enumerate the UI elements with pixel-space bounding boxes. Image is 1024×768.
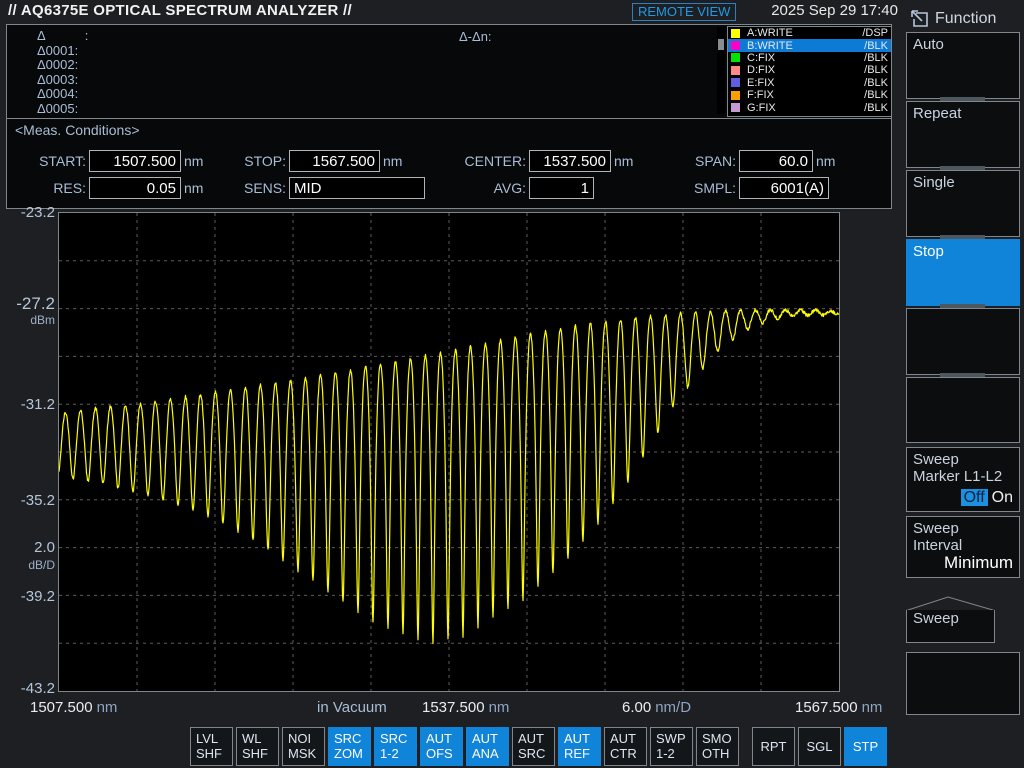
y-tick-label: -43.2 xyxy=(0,680,55,697)
marker-rows: Δ : Δ0001: Δ0002: Δ0003: Δ0004: Δ0005: xyxy=(37,29,88,116)
x-stop-label: 1567.500nm xyxy=(795,699,882,716)
repeat-button[interactable]: Repeat xyxy=(906,101,1020,168)
sgl-button[interactable]: SGL xyxy=(798,727,841,766)
stp-button[interactable]: STP xyxy=(844,727,887,766)
trace-row-d[interactable]: D:FIX /BLK xyxy=(728,64,891,76)
trace-color-swatch xyxy=(731,91,740,100)
stop-field: STOP: 1567.500 nm xyxy=(207,149,402,173)
function-shortcut-toolbar: LVLSHF WLSHF NOIMSK SRCZOM SRC1-2 AUTOFS… xyxy=(190,727,739,766)
trace-color-swatch xyxy=(731,103,740,112)
res-input[interactable]: 0.05 xyxy=(89,177,181,199)
rpt-button[interactable]: RPT xyxy=(752,727,795,766)
function-panel-header: Function xyxy=(908,8,996,29)
center-input[interactable]: 1537.500 xyxy=(529,150,611,172)
stop-button[interactable]: Stop xyxy=(906,239,1020,306)
trace-color-swatch xyxy=(731,66,740,75)
x-center-label: 1537.500nm xyxy=(422,699,509,716)
auto-button[interactable]: Auto xyxy=(906,32,1020,99)
wl-shf-button[interactable]: WLSHF xyxy=(236,727,279,766)
x-start-label: 1507.500nm xyxy=(30,699,117,716)
on-option[interactable]: On xyxy=(992,489,1013,506)
y-tick-label: -31.2 xyxy=(0,396,55,413)
smo-oth-button[interactable]: SMOOTH xyxy=(696,727,739,766)
sweep-marker-button[interactable]: Sweep Marker L1-L2 OffOn xyxy=(906,447,1020,512)
y-scale-label: 2.0 xyxy=(0,539,55,556)
y-ref-level-label: -27.2 xyxy=(0,294,55,314)
avg-input[interactable]: 1 xyxy=(529,177,594,199)
noi-msk-button[interactable]: NOIMSK xyxy=(282,727,325,766)
aut-ana-button[interactable]: AUTANA xyxy=(466,727,509,766)
center-field: CENTER: 1537.500 nm xyxy=(447,149,633,173)
spectrum-plot-area[interactable] xyxy=(58,212,840,692)
scrollbar-thumb[interactable] xyxy=(718,39,724,50)
meas-conditions-panel: <Meas. Conditions> START: 1507.500 nm ST… xyxy=(6,118,892,209)
off-option[interactable]: Off xyxy=(961,489,988,506)
sens-field: SENS: MID xyxy=(207,176,425,200)
sens-input[interactable]: MID xyxy=(289,177,425,199)
delta-delta-n-label: Δ-Δn: xyxy=(459,29,492,44)
remote-view-badge: REMOTE VIEW xyxy=(632,3,736,21)
sweep-interval-button[interactable]: Sweep Interval Minimum xyxy=(906,516,1020,578)
app-title: // AQ6375E OPTICAL SPECTRUM ANALYZER // xyxy=(8,2,352,19)
trace-color-swatch xyxy=(731,78,740,87)
menu-title-peak xyxy=(906,596,995,611)
span-input[interactable]: 60.0 xyxy=(739,150,813,172)
aut-ofs-button[interactable]: AUTOFS xyxy=(420,727,463,766)
y-tick-label: -35.2 xyxy=(0,492,55,509)
start-field: START: 1507.500 nm xyxy=(7,149,203,173)
trace-color-swatch xyxy=(731,41,740,50)
trace-row-e[interactable]: E:FIX /BLK xyxy=(728,77,891,89)
trace-legend: A:WRITE /DSP B:WRITE /BLK C:FIX /BLK D:F… xyxy=(727,26,892,117)
y-scale-unit-label: dB/D xyxy=(0,558,55,572)
smpl-input[interactable]: 6001(A) xyxy=(739,177,829,199)
y-tick-label: -39.2 xyxy=(0,588,55,605)
x-per-div-label: 6.00nm/D xyxy=(622,699,691,716)
trace-row-c[interactable]: C:FIX /BLK xyxy=(728,52,891,64)
spectrum-chart xyxy=(59,213,839,691)
sweep-control-toolbar: RPT SGL STP xyxy=(752,727,887,766)
trace-color-swatch xyxy=(731,29,740,38)
y-tick-label: -23.2 xyxy=(0,204,55,221)
aut-ctr-button[interactable]: AUTCTR xyxy=(604,727,647,766)
trace-row-f[interactable]: F:FIX /BLK xyxy=(728,89,891,101)
trace-row-b[interactable]: B:WRITE /BLK xyxy=(728,39,891,51)
datetime-display: 2025 Sep 29 17:40 xyxy=(752,2,898,19)
smpl-field: SMPL: 6001(A) xyxy=(657,176,829,200)
avg-field: AVG: 1 xyxy=(447,176,594,200)
trace-list-scrollbar[interactable] xyxy=(717,27,725,114)
meas-conditions-title: <Meas. Conditions> xyxy=(15,122,140,138)
function-arrow-icon xyxy=(908,8,929,29)
sweep-interval-value: Minimum xyxy=(944,553,1013,573)
single-button[interactable]: Single xyxy=(906,170,1020,237)
blank-softkey-1[interactable] xyxy=(906,308,1020,375)
aut-src-button[interactable]: AUTSRC xyxy=(512,727,555,766)
src-1-2-button[interactable]: SRC1-2 xyxy=(374,727,417,766)
menu-title-sweep: Sweep xyxy=(906,610,995,643)
vacuum-note: in Vacuum xyxy=(317,699,387,716)
src-zom-button[interactable]: SRCZOM xyxy=(328,727,371,766)
lvl-shf-button[interactable]: LVLSHF xyxy=(190,727,233,766)
stop-input[interactable]: 1567.500 xyxy=(289,150,380,172)
trace-a-waveform xyxy=(59,309,839,644)
res-field: RES: 0.05 nm xyxy=(7,176,203,200)
blank-softkey-3[interactable] xyxy=(906,652,1020,715)
blank-softkey-2[interactable] xyxy=(906,377,1020,443)
start-input[interactable]: 1507.500 xyxy=(89,150,181,172)
sweep-marker-toggle[interactable]: OffOn xyxy=(961,489,1013,507)
span-field: SPAN: 60.0 nm xyxy=(657,149,835,173)
trace-row-a[interactable]: A:WRITE /DSP xyxy=(728,27,891,39)
trace-color-swatch xyxy=(731,53,740,62)
swp-1-2-button[interactable]: SWP1-2 xyxy=(650,727,693,766)
y-unit-label: dBm xyxy=(0,313,55,327)
aut-ref-button[interactable]: AUTREF xyxy=(558,727,601,766)
trace-row-g[interactable]: G:FIX /BLK xyxy=(728,101,891,113)
